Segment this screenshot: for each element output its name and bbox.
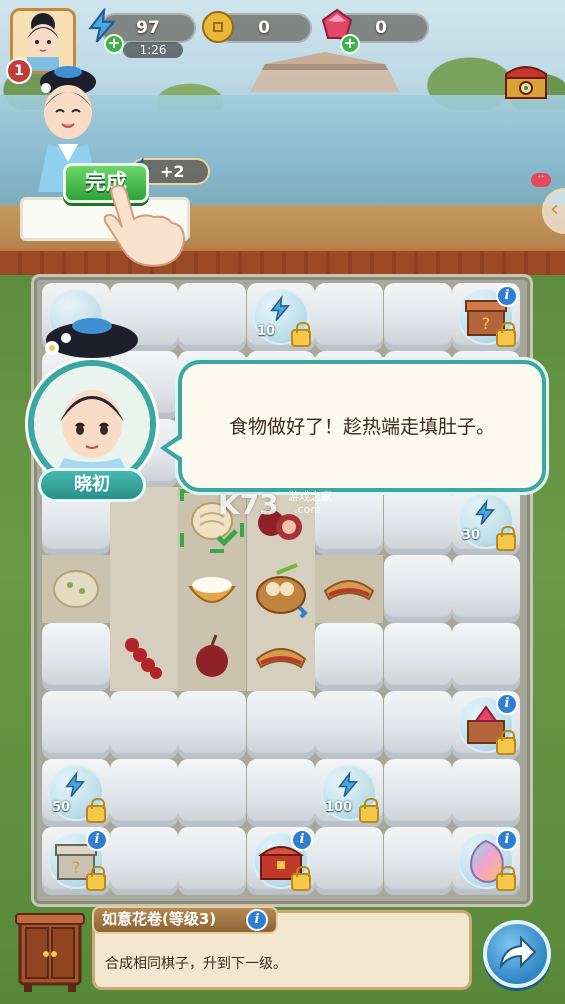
- food-basket-cell[interactable]: [247, 555, 315, 623]
- fog-tile[interactable]: [384, 623, 452, 691]
- energy-amount: 100: [325, 800, 353, 815]
- fog-tile[interactable]: [384, 759, 452, 827]
- fog-tile[interactable]: [384, 691, 452, 759]
- fog-tile[interactable]: [178, 283, 246, 351]
- share-arrow-icon: [499, 935, 537, 970]
- order-reward-value: +2: [160, 162, 185, 181]
- selected-flower-roll-cell[interactable]: [178, 487, 246, 555]
- energy-bubble-cell[interactable]: 100: [315, 759, 383, 827]
- fog-tile[interactable]: [384, 827, 452, 895]
- fog-tile[interactable]: [42, 691, 110, 759]
- rice-bowl-cell[interactable]: [178, 555, 246, 623]
- lock-icon: [291, 866, 311, 891]
- info-icon[interactable]: i: [291, 829, 313, 851]
- fig-icon: [258, 510, 302, 540]
- fog-tile[interactable]: [110, 759, 178, 827]
- fog-tile[interactable]: [452, 623, 520, 691]
- energy-timer: 1:26: [123, 42, 183, 58]
- energy-bubble-cell[interactable]: 50: [42, 759, 110, 827]
- fog-tile[interactable]: [247, 759, 315, 827]
- lock-icon: [291, 322, 311, 347]
- fog-tile[interactable]: [315, 487, 383, 555]
- dialog-text: 食物做好了！趁热端走填肚子。: [228, 416, 495, 438]
- share-button[interactable]: [483, 920, 551, 988]
- energy-amount: 30: [462, 528, 481, 543]
- food-basket-icon: [256, 563, 308, 619]
- energy-bubble-cell[interactable]: 10: [247, 283, 315, 351]
- fog-tile[interactable]: [315, 283, 383, 351]
- add-gem-button[interactable]: +: [340, 34, 360, 54]
- info-icon[interactable]: i: [496, 829, 518, 851]
- lock-icon: [86, 798, 106, 823]
- fog-tile[interactable]: [315, 691, 383, 759]
- pointing-hand-icon: [103, 184, 186, 267]
- more-options-button[interactable]: ··: [531, 173, 551, 187]
- item-info-icon[interactable]: i: [246, 909, 268, 931]
- lightning-icon: [338, 770, 359, 797]
- fog-tile[interactable]: [452, 759, 520, 827]
- candied-haws-icon: [125, 638, 162, 679]
- info-icon[interactable]: i: [496, 285, 518, 307]
- fog-tile[interactable]: [110, 283, 178, 351]
- fog-tile[interactable]: [384, 487, 452, 555]
- coin-icon: [202, 11, 234, 43]
- treasure-chest-icon[interactable]: [502, 60, 550, 104]
- fog-tile[interactable]: [384, 555, 452, 623]
- lock-icon: [496, 730, 516, 755]
- rice-bowl-icon: [188, 577, 236, 603]
- rainbow-gem-cell[interactable]: i: [452, 827, 520, 895]
- energy-bubble: [48, 289, 104, 345]
- fog-tile[interactable]: [452, 555, 520, 623]
- fog-tile[interactable]: [247, 691, 315, 759]
- item-title-text: 如意花卷(等级3): [102, 910, 217, 928]
- svg-text:?: ?: [482, 314, 491, 333]
- energy-bubble-cell[interactable]: 30: [452, 487, 520, 555]
- lock-icon: [86, 866, 106, 891]
- fog-tile[interactable]: [178, 691, 246, 759]
- lightning-icon: [65, 770, 86, 797]
- fig-cell[interactable]: [178, 623, 246, 691]
- fig-cell[interactable]: [247, 487, 315, 555]
- fog-tile[interactable]: [384, 283, 452, 351]
- fog-tile[interactable]: [178, 827, 246, 895]
- fog-tile[interactable]: [315, 827, 383, 895]
- lock-icon: [496, 526, 516, 551]
- lightning-icon: [270, 294, 291, 321]
- energy-amount: 50: [52, 800, 71, 815]
- add-energy-button[interactable]: +: [104, 34, 124, 54]
- fog-tile[interactable]: [178, 759, 246, 827]
- red-chest-cell[interactable]: i: [247, 827, 315, 895]
- svg-text:?: ?: [72, 858, 81, 877]
- info-icon[interactable]: i: [496, 693, 518, 715]
- empty-cell[interactable]: [110, 555, 178, 623]
- sandwich-icon: [323, 580, 375, 601]
- speech-bubble[interactable]: 食物做好了！趁热端走填肚子。: [160, 360, 546, 492]
- pastry-icon: [53, 570, 99, 608]
- mystery-chest-cell[interactable]: ? i: [452, 283, 520, 351]
- fig-icon: [196, 634, 228, 677]
- speaker-name: 晓初: [38, 468, 146, 502]
- garden-wall: [0, 248, 565, 275]
- candied-haws-cell[interactable]: [110, 623, 178, 691]
- sandwich-icon: [255, 648, 307, 669]
- sandwich-cell[interactable]: [247, 623, 315, 691]
- sandwich-cell[interactable]: [315, 555, 383, 623]
- pastry-cell[interactable]: [42, 555, 110, 623]
- fog-tile[interactable]: [42, 623, 110, 691]
- info-icon[interactable]: i: [86, 829, 108, 851]
- lock-icon: [359, 798, 379, 823]
- energy-amount: 10: [257, 324, 276, 339]
- lock-icon: [496, 866, 516, 891]
- fog-tile[interactable]: [110, 827, 178, 895]
- lightning-icon: [475, 498, 496, 525]
- fog-tile[interactable]: [42, 283, 110, 351]
- flower-roll-icon: [180, 489, 244, 553]
- cabinet-icon[interactable]: [14, 912, 86, 994]
- fog-tile[interactable]: [315, 623, 383, 691]
- gem-chest-cell[interactable]: i: [452, 691, 520, 759]
- mystery-chest-cell[interactable]: ? i: [42, 827, 110, 895]
- item-description: 合成相同棋子，升到下一级。: [105, 956, 287, 972]
- fog-tile[interactable]: [110, 691, 178, 759]
- lock-icon: [496, 322, 516, 347]
